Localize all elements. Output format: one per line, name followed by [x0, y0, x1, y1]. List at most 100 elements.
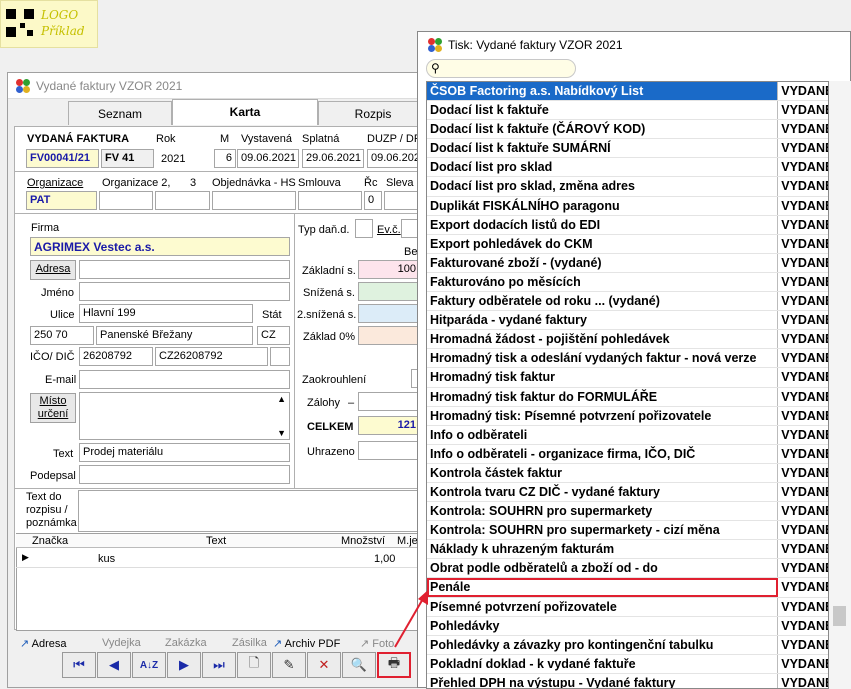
prev-record-button[interactable]: ◀ — [97, 652, 131, 678]
print-button[interactable]: 🖶 — [377, 652, 411, 678]
list-item[interactable]: Dodací list pro sklad, změna adresVYDANÉ — [427, 177, 828, 197]
month-field[interactable]: 6 — [214, 149, 236, 168]
list-item[interactable]: Hromadný tisk: Písemné potvrzení pořizov… — [427, 406, 828, 426]
address-button[interactable]: Adresa — [30, 260, 76, 280]
signed-field[interactable] — [79, 465, 290, 484]
tab-rozpis[interactable]: Rozpis — [318, 101, 428, 125]
place-textarea[interactable]: ▲ ▼ — [79, 392, 290, 440]
year-value: 2021 — [161, 153, 186, 165]
list-item[interactable]: Přehled DPH na výstupu - Vydané faktury V… — [427, 673, 828, 688]
scroll-thumb[interactable] — [833, 606, 846, 626]
tab-shipment[interactable]: Zásilka — [232, 637, 267, 649]
tab-archive-pdf[interactable]: Archiv PDF — [285, 638, 341, 650]
name-field[interactable] — [79, 282, 290, 301]
last-record-button[interactable]: ⏭ — [202, 652, 236, 678]
list-item[interactable]: Hromadný tisk faktur do FORMULÁŘEVYDANÉ — [427, 387, 828, 407]
list-item[interactable]: Hromadný tisk fakturVYDANÉ — [427, 368, 828, 388]
list-item[interactable]: Kontrola částek fakturVYDANÉ — [427, 463, 828, 483]
list-item-label: Náklady k uhrazeným fakturám — [427, 540, 779, 559]
tab-seznam[interactable]: Seznam — [68, 101, 172, 125]
scroll-up-icon[interactable]: ▲ — [277, 394, 286, 404]
discount-field[interactable] — [384, 191, 420, 210]
email-field[interactable] — [79, 370, 290, 389]
list-item[interactable]: PenáleVYDANÉ — [427, 578, 828, 598]
reduced2-rate-field[interactable] — [358, 304, 420, 323]
note-field[interactable] — [78, 490, 420, 532]
firm-name-field[interactable]: AGRIMEX Vestec a.s. — [30, 237, 290, 256]
reduced-rate-field[interactable] — [358, 282, 420, 301]
list-item[interactable]: Pohledávky a závazky pro kontingenční ta… — [427, 635, 828, 655]
dic-field[interactable]: CZ26208792 — [155, 347, 268, 366]
list-item[interactable]: PohledávkyVYDANÉ — [427, 616, 828, 636]
sort-az-icon[interactable]: A↓Z — [132, 652, 166, 678]
dic-extra-field[interactable] — [270, 347, 290, 366]
edit-button[interactable]: ✎ — [272, 652, 306, 678]
total-field[interactable]: 121 — [358, 416, 420, 435]
org2-field[interactable] — [99, 191, 153, 210]
scrollbar[interactable] — [829, 81, 851, 689]
rc-field[interactable]: 0 — [364, 191, 382, 210]
list-item[interactable]: Info o odběrateli - organizace firma, IČ… — [427, 444, 828, 464]
street-field[interactable]: Hlavní 199 — [79, 304, 253, 323]
zero-rate-field[interactable] — [358, 326, 420, 345]
doc-number-field[interactable]: FV00041/21 — [26, 149, 99, 168]
list-item-type: VYDANÉ — [781, 179, 828, 194]
list-item[interactable]: Kontrola: SOUHRN pro supermarkety - cizí… — [427, 521, 828, 541]
search-button[interactable]: 🔍 — [342, 652, 376, 678]
list-item[interactable]: Obrat podle odběratelů a zboží od - do VY… — [427, 559, 828, 579]
org3-field[interactable] — [155, 191, 210, 210]
order-field[interactable] — [212, 191, 296, 210]
tax-type-field[interactable] — [355, 219, 373, 238]
delete-button[interactable]: ✕ — [307, 652, 341, 678]
country-field[interactable]: CZ — [257, 326, 290, 345]
series-field[interactable]: FV 41 — [101, 149, 154, 168]
list-item[interactable]: Fakturováno po měsícíchVYDANÉ — [427, 272, 828, 293]
new-document-button[interactable]: 🗋 — [237, 652, 271, 678]
list-item[interactable]: Náklady k uhrazeným fakturámVYDANÉ — [427, 540, 828, 560]
list-item[interactable]: Dodací list k faktuře (ČÁROVÝ KOD)VYDANÉ — [427, 120, 828, 140]
list-item[interactable]: Export pohledávek do CKMVYDANÉ — [427, 234, 828, 254]
org-label[interactable]: Organizace — [27, 177, 83, 189]
org-field[interactable]: PAT — [26, 191, 97, 210]
tab-karta[interactable]: Karta — [172, 99, 318, 125]
tab-issue[interactable]: Vydejka — [102, 637, 141, 649]
table-row[interactable]: ▶ kus 1,00 — [16, 550, 420, 568]
basic-rate-field[interactable]: 100 — [358, 260, 420, 279]
list-item[interactable]: Hromadný tisk a odeslání vydaných faktur… — [427, 349, 828, 369]
list-item[interactable]: Pokladní doklad - k vydané faktuřeVYDANÉ — [427, 654, 828, 674]
list-item[interactable]: Faktury odběratele od roku ... (vydané) V… — [427, 292, 828, 312]
paid-field[interactable] — [358, 441, 420, 460]
due-date-field[interactable]: 29.06.2021 — [302, 149, 364, 168]
issued-date-field[interactable]: 09.06.2021 — [237, 149, 299, 168]
list-item[interactable]: Písemné potvrzení pořizovateleVYDANÉ — [427, 597, 828, 617]
deposits-field[interactable] — [358, 392, 420, 411]
address-field[interactable] — [79, 260, 290, 279]
tab-address[interactable]: Adresa — [32, 638, 67, 650]
list-item[interactable]: Dodací list k faktuřeVYDANÉ — [427, 101, 828, 121]
next-record-button[interactable]: ▶ — [167, 652, 201, 678]
list-item[interactable]: Export dodacích listů do EDIVYDANÉ — [427, 215, 828, 235]
list-item[interactable]: Fakturované zboží - (vydané)VYDANÉ — [427, 253, 828, 273]
zip-field[interactable]: 250 70 — [30, 326, 94, 345]
list-item[interactable]: ČSOB Factoring a.s. Nabídkový ListVYDANÉ — [427, 82, 828, 102]
search-input[interactable]: ⚲ — [426, 59, 576, 78]
contract-field[interactable] — [298, 191, 362, 210]
list-item[interactable]: Hitparáda - vydané fakturyVYDANÉ — [427, 311, 828, 331]
list-item[interactable]: Kontrola: SOUHRN pro supermarketyVYDANÉ — [427, 502, 828, 522]
list-item[interactable]: Dodací list pro skladVYDANÉ — [427, 158, 828, 178]
list-item[interactable]: Kontrola tvaru CZ DIČ - vydané faktury VY… — [427, 482, 828, 503]
duzp-date-field[interactable]: 09.06.2021 — [367, 149, 420, 168]
list-item[interactable]: Dodací list k faktuře SUMÁRNÍVYDANÉ — [427, 139, 828, 159]
city-field[interactable]: Panenské Břežany — [96, 326, 253, 345]
list-item[interactable]: Hromadná žádost - pojištění pohledávek VY… — [427, 330, 828, 350]
tab-order[interactable]: Zakázka — [165, 637, 207, 649]
ico-field[interactable]: 26208792 — [79, 347, 153, 366]
list-item[interactable]: Duplikát FISKÁLNÍHO paragonuVYDANÉ — [427, 196, 828, 216]
list-item[interactable]: Info o odběrateliVYDANÉ — [427, 425, 828, 445]
first-record-button[interactable]: ⏮ — [62, 652, 96, 678]
list-item-label: ČSOB Factoring a.s. Nabídkový List — [427, 82, 779, 101]
text-field[interactable]: Prodej materiálu — [79, 443, 290, 462]
scroll-down-icon[interactable]: ▼ — [277, 428, 286, 438]
logo: LOGO Příklad — [0, 0, 98, 48]
place-button[interactable]: Místo určení — [30, 393, 76, 423]
